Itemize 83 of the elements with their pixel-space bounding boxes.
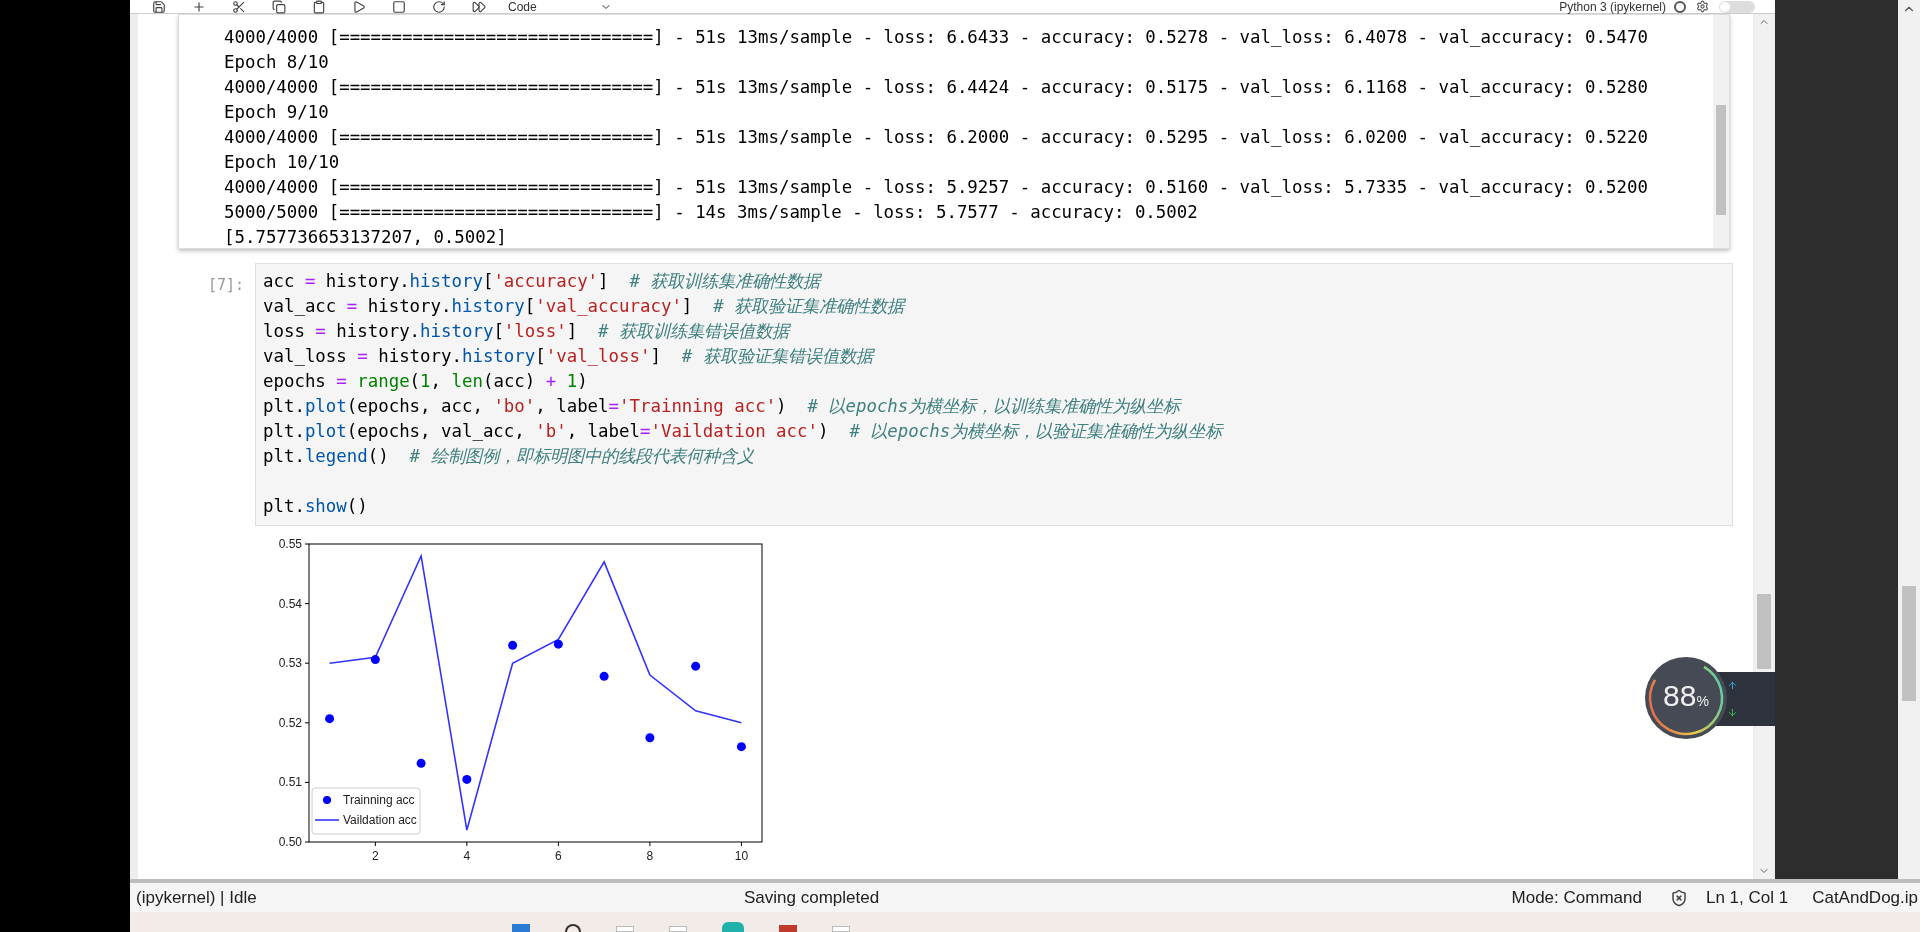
fast-forward-icon[interactable]: [472, 0, 486, 14]
copy-icon[interactable]: [272, 0, 286, 14]
x-tick: 4: [463, 841, 471, 863]
run-icon[interactable]: [352, 0, 366, 14]
output-line: [5.757736653137207, 0.5002]: [224, 226, 507, 249]
y-tick: 0.53: [278, 656, 310, 671]
kernel-status: (ipykernel) | Idle: [136, 886, 258, 909]
search-icon[interactable]: [565, 924, 581, 932]
y-tick: 0.54: [278, 596, 310, 611]
data-point: [508, 640, 518, 650]
code-line: loss = history.history['loss'] # 获取训练集错误值数据: [263, 320, 790, 343]
data-point: [553, 639, 563, 649]
restart-icon[interactable]: [432, 0, 446, 14]
y-tick-label: 0.54: [278, 596, 303, 611]
code-line: val_acc = history.history['val_accuracy'] # 获取验证集准确性数据: [263, 295, 905, 318]
x-tick-label: 4: [463, 849, 471, 863]
code-line: plt.show(): [263, 495, 368, 518]
code-line: plt.plot(epochs, val_acc, 'b', label='Vaildation acc') # 以epochs为横坐标，以验证集准确性为纵坐标: [263, 420, 1223, 443]
data-point: [599, 671, 609, 681]
cell-type-dropdown[interactable]: Code: [508, 0, 612, 13]
add-icon[interactable]: [192, 0, 206, 14]
x-tick: 2: [372, 841, 379, 863]
cell-prompt: [7]:: [208, 275, 246, 296]
code-line: acc = history.history['accuracy'] # 获取训练集准确性数据: [263, 270, 821, 293]
code-line: epochs = range(1, len(acc) + 1): [263, 370, 588, 393]
scrollbar-thumb[interactable]: [1902, 586, 1916, 701]
y-tick-label: 0.52: [278, 715, 303, 730]
data-point: [416, 758, 426, 768]
y-tick-label: 0.50: [278, 835, 303, 849]
code-input[interactable]: [255, 263, 1733, 526]
x-tick-label: 2: [372, 849, 379, 863]
file-name: CatAndDog.ip: [1812, 886, 1918, 909]
legend-label: Trainning acc: [343, 793, 415, 807]
y-tick: 0.55: [278, 537, 310, 551]
x-tick: 10: [734, 841, 749, 863]
y-tick-label: 0.55: [278, 537, 303, 551]
x-tick: 6: [555, 841, 562, 863]
x-tick-label: 6: [555, 849, 563, 863]
mode-indicator: Mode: Command: [1511, 886, 1642, 909]
paste-icon[interactable]: [312, 0, 326, 14]
data-point: [736, 742, 746, 752]
code-line: plt.plot(epochs, acc, 'bo', label='Trainning acc') # 以epochs为横坐标，以训练集准确性为纵坐标: [263, 395, 1181, 418]
output-line: Epoch 8/10: [224, 51, 329, 74]
x-tick-label: 10: [734, 849, 749, 863]
code-line: val_loss = history.history['val_loss'] # 获取验证集错误值数据: [263, 345, 873, 368]
data-point: [462, 774, 472, 784]
usage-percent: 88%: [1663, 680, 1709, 714]
save-icon[interactable]: [152, 0, 166, 14]
y-tick: 0.52: [278, 715, 310, 730]
x-tick: 8: [646, 841, 654, 863]
kernel-status-icon: [1674, 0, 1686, 13]
y-tick-label: 0.53: [278, 656, 303, 671]
output-line: Epoch 9/10: [224, 101, 329, 124]
y-tick: 0.51: [278, 775, 310, 790]
legend-line: [314, 819, 340, 821]
output-line: 4000/4000 [==============================] - 51s 13ms/sample - loss: 6.6433 - accuracy: 0.5278 - val_loss: 6.4078 - val_accuracy: 0.5470: [224, 26, 1648, 49]
y-tick: 0.50: [278, 835, 310, 849]
output-line: 5000/5000 [==============================] - 14s 3ms/sample - loss: 5.7577 - accuracy: 0.5002: [224, 201, 1198, 224]
download-arrow-icon: [1727, 707, 1738, 718]
status-message: Saving completed: [744, 886, 880, 909]
legend-marker: [323, 796, 331, 804]
kernel-name: Python 3 (ipykernel): [1559, 0, 1666, 13]
stop-icon[interactable]: [392, 0, 406, 14]
output-line: 4000/4000 [==============================] - 51s 13ms/sample - loss: 6.4424 - accuracy: 0.5175 - val_loss: 6.1168 - val_accuracy: 0.5280: [224, 76, 1648, 99]
data-point: [691, 661, 701, 671]
data-point: [325, 714, 335, 724]
y-tick-label: 0.51: [278, 775, 303, 790]
legend-label: Vaildation acc: [343, 813, 417, 827]
code-line: plt.legend() # 绘制图例，即标明图中的线段代表何种含义: [263, 445, 754, 468]
cut-icon[interactable]: [232, 0, 246, 14]
output-line: 4000/4000 [==============================] - 51s 13ms/sample - loss: 6.2000 - accuracy: 0.5295 - val_loss: 6.0200 - val_accuracy: 0.5220: [224, 126, 1648, 149]
upload-arrow-icon: [1727, 680, 1738, 691]
cursor-position: Ln 1, Col 1: [1705, 886, 1789, 909]
toggle-switch[interactable]: [1719, 0, 1755, 13]
app-icon[interactable]: [722, 922, 744, 932]
data-point: [370, 655, 380, 665]
output-line: 4000/4000 [==============================] - 51s 13ms/sample - loss: 5.9257 - accuracy: 0.5160 - val_loss: 5.7335 - val_accuracy: 0.5200: [224, 176, 1648, 199]
data-point: [645, 733, 655, 743]
x-tick-label: 8: [646, 849, 654, 863]
shield-icon: [1669, 888, 1688, 907]
output-line: Epoch 10/10: [224, 151, 340, 174]
settings-icon[interactable]: [1696, 0, 1709, 13]
scrollbar-thumb[interactable]: [1757, 594, 1771, 669]
